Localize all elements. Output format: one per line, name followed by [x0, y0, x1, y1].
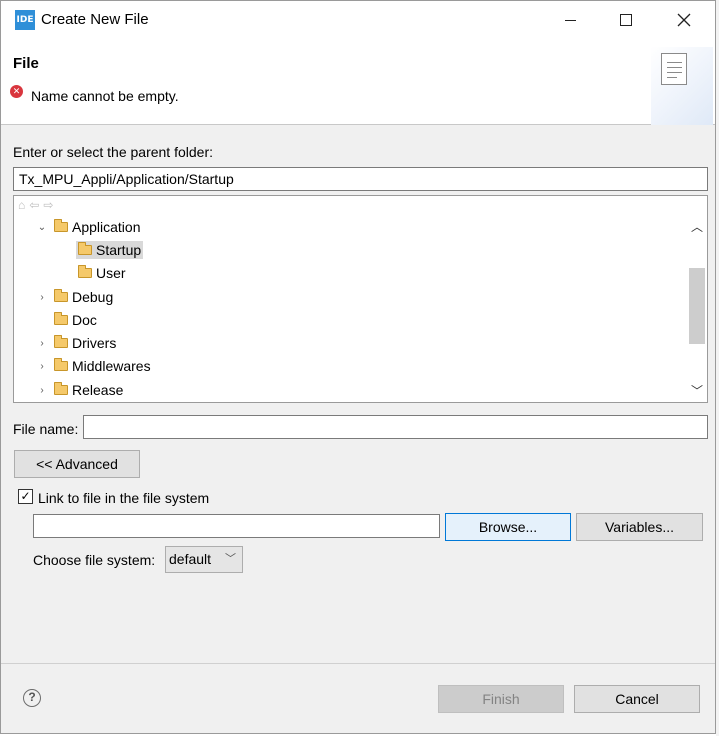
chevron-right-icon[interactable]: ›	[36, 385, 48, 396]
close-icon	[677, 13, 691, 27]
tree-item-label: Doc	[72, 312, 97, 328]
tree-toolbar: ⌂ ⇦ ⇨	[18, 198, 53, 212]
cancel-button[interactable]: Cancel	[574, 685, 700, 713]
tree-item-label: Application	[72, 219, 141, 235]
folder-icon	[78, 242, 92, 255]
link-path-input[interactable]	[33, 514, 440, 538]
tree-item-release[interactable]: › Release	[36, 379, 123, 401]
chevron-right-icon[interactable]: ›	[36, 338, 48, 349]
file-system-label: Choose file system:	[33, 552, 156, 568]
selection-highlight: Startup	[76, 241, 144, 259]
file-system-value: default	[169, 551, 212, 567]
folder-icon	[54, 358, 68, 371]
help-icon[interactable]: ?	[23, 689, 41, 707]
scroll-up-icon[interactable]: ︿	[691, 218, 703, 235]
folder-icon	[54, 335, 68, 348]
maximize-button[interactable]	[597, 1, 655, 39]
file-name-input[interactable]	[83, 415, 708, 439]
folder-icon	[54, 289, 68, 302]
browse-button[interactable]: Browse...	[445, 513, 571, 541]
folder-icon	[54, 382, 68, 395]
tree-item-label: Drivers	[72, 335, 117, 351]
tree-item-label: Debug	[72, 289, 114, 305]
minimize-button[interactable]	[541, 1, 599, 39]
parent-folder-label: Enter or select the parent folder:	[13, 144, 213, 160]
error-icon: ✕	[10, 85, 23, 98]
close-button[interactable]	[655, 1, 713, 39]
scrollbar-thumb[interactable]	[689, 268, 705, 344]
tree-item-label: Middlewares	[72, 358, 151, 374]
title-bar[interactable]: IDE Create New File	[1, 1, 715, 39]
chevron-down-icon[interactable]: ⌄	[36, 222, 48, 233]
back-arrow-icon[interactable]: ⇦	[29, 198, 39, 212]
folder-icon	[54, 312, 68, 325]
home-icon[interactable]: ⌂	[18, 198, 25, 212]
tree-item-label: Release	[72, 382, 124, 398]
chevron-right-icon[interactable]: ›	[36, 361, 48, 372]
ide-app-icon: IDE	[15, 10, 35, 30]
scroll-down-icon[interactable]: ﹀	[691, 382, 703, 399]
folder-icon	[78, 265, 92, 278]
footer-divider	[1, 663, 715, 664]
folder-tree[interactable]: ⌂ ⇦ ⇨ ⌄ Application Startup User › Debug…	[13, 195, 708, 403]
window-title: Create New File	[41, 11, 149, 28]
tree-item-startup[interactable]: Startup	[76, 239, 144, 261]
page-title: File	[13, 55, 39, 72]
maximize-icon	[620, 14, 632, 26]
link-checkbox[interactable]: ✓	[18, 489, 33, 504]
advanced-button[interactable]: << Advanced	[14, 450, 140, 478]
file-name-label: File name:	[13, 421, 79, 437]
chevron-down-icon: ﹀	[225, 553, 236, 565]
parent-folder-input[interactable]: Tx_MPU_Appli/Application/Startup	[13, 167, 708, 191]
tree-item-application[interactable]: ⌄ Application	[36, 216, 141, 238]
tree-item-label: User	[96, 265, 126, 281]
tree-item-drivers[interactable]: › Drivers	[36, 332, 116, 354]
variables-button[interactable]: Variables...	[576, 513, 703, 541]
folder-icon	[54, 219, 68, 232]
finish-button[interactable]: Finish	[438, 685, 564, 713]
new-file-icon	[661, 53, 687, 85]
link-checkbox-label: Link to file in the file system	[38, 490, 210, 506]
chevron-right-icon[interactable]: ›	[36, 292, 48, 303]
tree-scrollbar[interactable]: ︿ ﹀	[687, 214, 707, 402]
tree-item-user[interactable]: User	[78, 262, 126, 284]
error-message: Name cannot be empty.	[31, 88, 179, 104]
tree-item-debug[interactable]: › Debug	[36, 286, 113, 308]
wizard-banner-image	[651, 47, 713, 125]
file-system-select[interactable]: default ﹀	[165, 546, 243, 573]
forward-arrow-icon[interactable]: ⇨	[43, 198, 53, 212]
create-new-file-dialog: IDE Create New File File ✕ Name cannot b…	[0, 0, 716, 734]
tree-item-label: Startup	[96, 242, 142, 258]
wizard-header: File ✕ Name cannot be empty.	[1, 39, 715, 125]
tree-item-doc[interactable]: Doc	[54, 309, 97, 331]
tree-item-middlewares[interactable]: › Middlewares	[36, 355, 151, 377]
minimize-icon	[564, 19, 576, 21]
